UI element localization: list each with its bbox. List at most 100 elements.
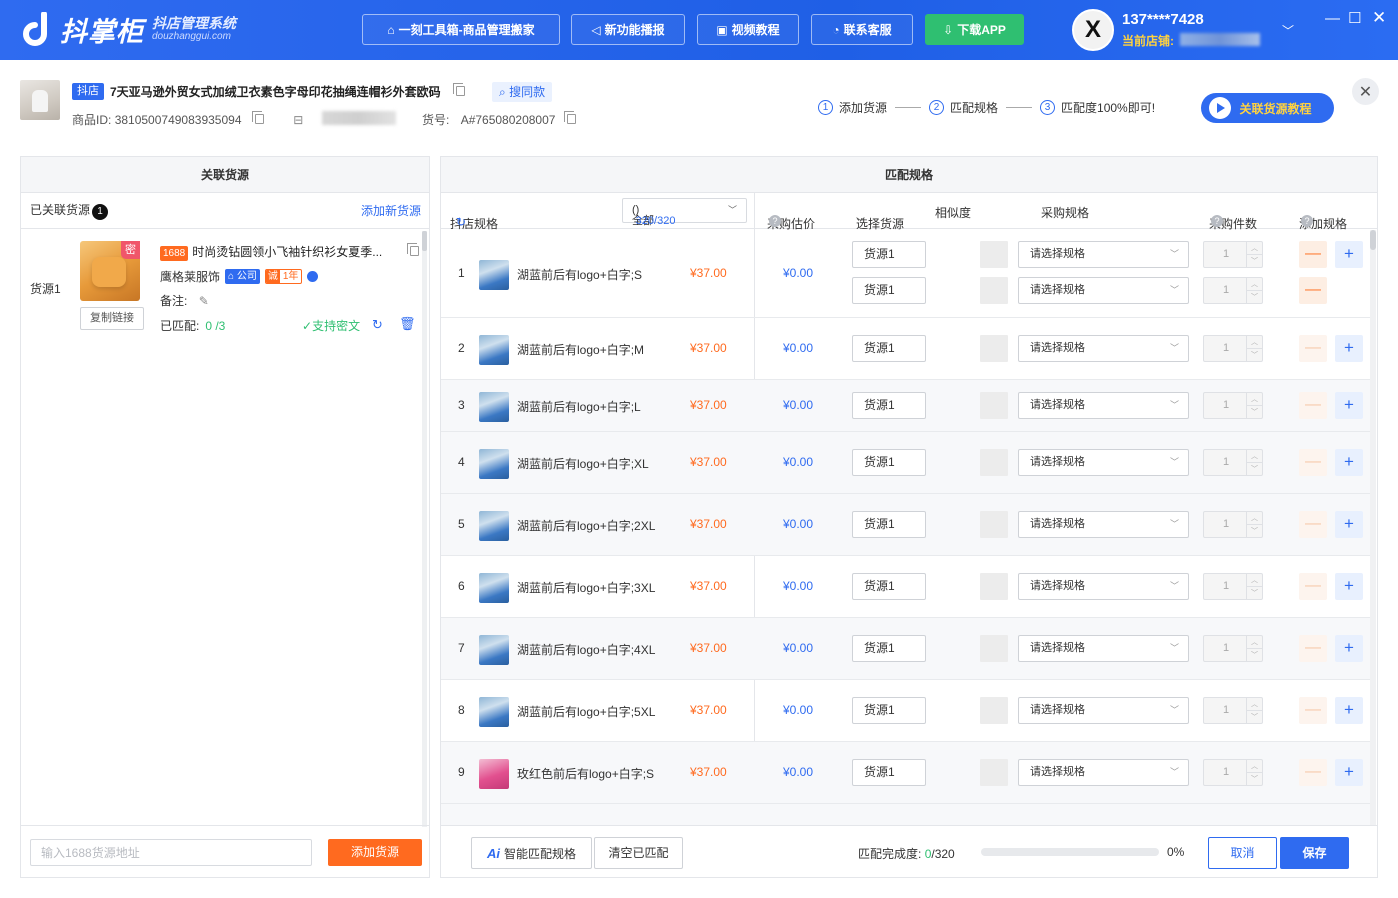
source-select[interactable]: 货源1 [852, 335, 926, 362]
purchase-spec-select[interactable]: 请选择规格 ﹀ [1018, 277, 1189, 304]
purchase-spec-select[interactable]: 请选择规格 ﹀ [1018, 392, 1189, 419]
quantity-stepper[interactable]: 1 ︿ ﹀ [1203, 241, 1263, 268]
contact-service-button[interactable]: ◔ 联系客服 [811, 14, 913, 45]
quantity-stepper[interactable]: 1 ︿ ﹀ [1203, 335, 1263, 362]
add-spec-button[interactable]: + [1335, 759, 1363, 786]
stepper-up-icon[interactable]: ︿ [1246, 760, 1262, 773]
source-title[interactable]: 1688 时尚烫钻圆领小飞袖针织衫女夏季... [160, 243, 408, 261]
source-select[interactable]: 货源1 [852, 449, 926, 476]
user-menu[interactable]: X 137****7428 当前店铺: ﹀ [1062, 0, 1302, 60]
download-app-button[interactable]: ⇩ 下载APP [925, 14, 1024, 45]
stepper-up-icon[interactable]: ︿ [1246, 512, 1262, 525]
stepper-up-icon[interactable]: ︿ [1246, 698, 1262, 711]
stepper-down-icon[interactable]: ﹀ [1246, 349, 1262, 362]
close-dialog-button[interactable]: ✕ [1352, 78, 1379, 105]
copy-sku-icon[interactable] [563, 111, 576, 124]
source-url-input[interactable] [30, 839, 312, 866]
remove-spec-button[interactable]: — [1299, 697, 1327, 724]
stepper-up-icon[interactable]: ︿ [1246, 336, 1262, 349]
purchase-spec-select[interactable]: 请选择规格 ﹀ [1018, 449, 1189, 476]
add-spec-button[interactable]: + [1335, 241, 1363, 268]
purchase-spec-select[interactable]: 请选择规格 ﹀ [1018, 335, 1189, 362]
stepper-up-icon[interactable]: ︿ [1246, 278, 1262, 291]
stepper-down-icon[interactable]: ﹀ [1246, 711, 1262, 724]
maximize-icon[interactable]: ☐ [1348, 9, 1361, 27]
quantity-stepper[interactable]: 1 ︿ ﹀ [1203, 392, 1263, 419]
stepper-up-icon[interactable]: ︿ [1246, 450, 1262, 463]
refresh-icon[interactable]: ↻ [372, 317, 383, 333]
quantity-stepper[interactable]: 1 ︿ ﹀ [1203, 511, 1263, 538]
purchase-spec-select[interactable]: 请选择规格 ﹀ [1018, 573, 1189, 600]
remove-spec-button[interactable]: — [1299, 635, 1327, 662]
stepper-down-icon[interactable]: ﹀ [1246, 587, 1262, 600]
chevron-down-icon[interactable]: ﹀ [1282, 22, 1294, 39]
remove-spec-button[interactable]: — [1299, 573, 1327, 600]
stepper-down-icon[interactable]: ﹀ [1246, 463, 1262, 476]
purchase-spec-select[interactable]: 请选择规格 ﹀ [1018, 635, 1189, 662]
remove-spec-button[interactable]: — [1299, 335, 1327, 362]
source-select[interactable]: 货源1 [852, 635, 926, 662]
stepper-down-icon[interactable]: ﹀ [1246, 255, 1262, 268]
ai-match-button[interactable]: Ai 智能匹配规格 [471, 837, 592, 869]
save-button[interactable]: 保存 [1280, 837, 1349, 869]
remove-spec-button[interactable]: — [1299, 277, 1327, 304]
source-tutorial-button[interactable]: 关联货源教程 [1201, 93, 1334, 123]
purchase-spec-select[interactable]: 请选择规格 ﹀ [1018, 241, 1189, 268]
remove-spec-button[interactable]: — [1299, 759, 1327, 786]
remove-spec-button[interactable]: — [1299, 392, 1327, 419]
stepper-down-icon[interactable]: ﹀ [1246, 773, 1262, 786]
copy-id-icon[interactable] [251, 111, 264, 124]
clear-matched-button[interactable]: 清空已匹配 [594, 837, 683, 869]
scrollbar[interactable] [1370, 230, 1376, 250]
add-spec-button[interactable]: + [1335, 635, 1363, 662]
add-new-source-link[interactable]: 添加新货源 [361, 202, 421, 219]
refresh-icon[interactable]: ↻ [456, 215, 466, 229]
purchase-spec-select[interactable]: 请选择规格 ﹀ [1018, 759, 1189, 786]
remove-spec-button[interactable]: — [1299, 511, 1327, 538]
stepper-up-icon[interactable]: ︿ [1246, 574, 1262, 587]
toolbox-button[interactable]: ⌂ 一刻工具箱-商品管理搬家 [362, 14, 560, 45]
trash-icon[interactable]: 🗑 [399, 316, 416, 332]
close-window-icon[interactable]: ✕ [1372, 8, 1386, 28]
new-feature-button[interactable]: ◁ 新功能播报 [571, 14, 685, 45]
minimize-icon[interactable]: — [1325, 10, 1340, 27]
stepper-down-icon[interactable]: ﹀ [1246, 525, 1262, 538]
source-select[interactable]: 货源1 [852, 392, 926, 419]
scrollbar[interactable] [422, 231, 427, 251]
quantity-stepper[interactable]: 1 ︿ ﹀ [1203, 449, 1263, 476]
avatar[interactable]: X [1072, 9, 1114, 51]
quantity-stepper[interactable]: 1 ︿ ﹀ [1203, 697, 1263, 724]
add-spec-button[interactable]: + [1335, 511, 1363, 538]
quantity-stepper[interactable]: 1 ︿ ﹀ [1203, 635, 1263, 662]
quantity-stepper[interactable]: 1 ︿ ﹀ [1203, 573, 1263, 600]
search-same-button[interactable]: ⌕ 搜同款 [492, 82, 553, 102]
edit-icon[interactable]: ✎ [199, 294, 209, 308]
stepper-down-icon[interactable]: ﹀ [1246, 291, 1262, 304]
stepper-up-icon[interactable]: ︿ [1246, 636, 1262, 649]
cancel-button[interactable]: 取消 [1208, 837, 1277, 869]
purchase-spec-select[interactable]: 请选择规格 ﹀ [1018, 511, 1189, 538]
copy-link-button[interactable]: 复制链接 [80, 307, 144, 330]
source-select[interactable]: 货源1 [852, 241, 926, 268]
add-spec-button[interactable]: + [1335, 573, 1363, 600]
quantity-stepper[interactable]: 1 ︿ ﹀ [1203, 277, 1263, 304]
purchase-spec-select[interactable]: 请选择规格 ﹀ [1018, 697, 1189, 724]
stepper-up-icon[interactable]: ︿ [1246, 242, 1262, 255]
add-spec-button[interactable]: + [1335, 697, 1363, 724]
source-select[interactable]: 货源1 [852, 511, 926, 538]
source-select[interactable]: 货源1 [852, 759, 926, 786]
copy-icon[interactable] [453, 83, 466, 96]
video-tutorial-button[interactable]: ▣ 视频教程 [697, 14, 799, 45]
source-select[interactable]: 货源1 [852, 277, 926, 304]
quantity-stepper[interactable]: 1 ︿ ﹀ [1203, 759, 1263, 786]
stepper-down-icon[interactable]: ﹀ [1246, 649, 1262, 662]
source-select[interactable]: 货源1 [852, 573, 926, 600]
source-select[interactable]: 货源1 [852, 697, 926, 724]
add-spec-button[interactable]: + [1335, 392, 1363, 419]
add-spec-button[interactable]: + [1335, 449, 1363, 476]
add-spec-button[interactable]: + [1335, 335, 1363, 362]
spec-filter-select[interactable]: 全部(320/320) ﹀ [622, 198, 747, 227]
remove-spec-button[interactable]: — [1299, 241, 1327, 268]
remove-spec-button[interactable]: — [1299, 449, 1327, 476]
add-source-button[interactable]: 添加货源 [328, 839, 422, 866]
